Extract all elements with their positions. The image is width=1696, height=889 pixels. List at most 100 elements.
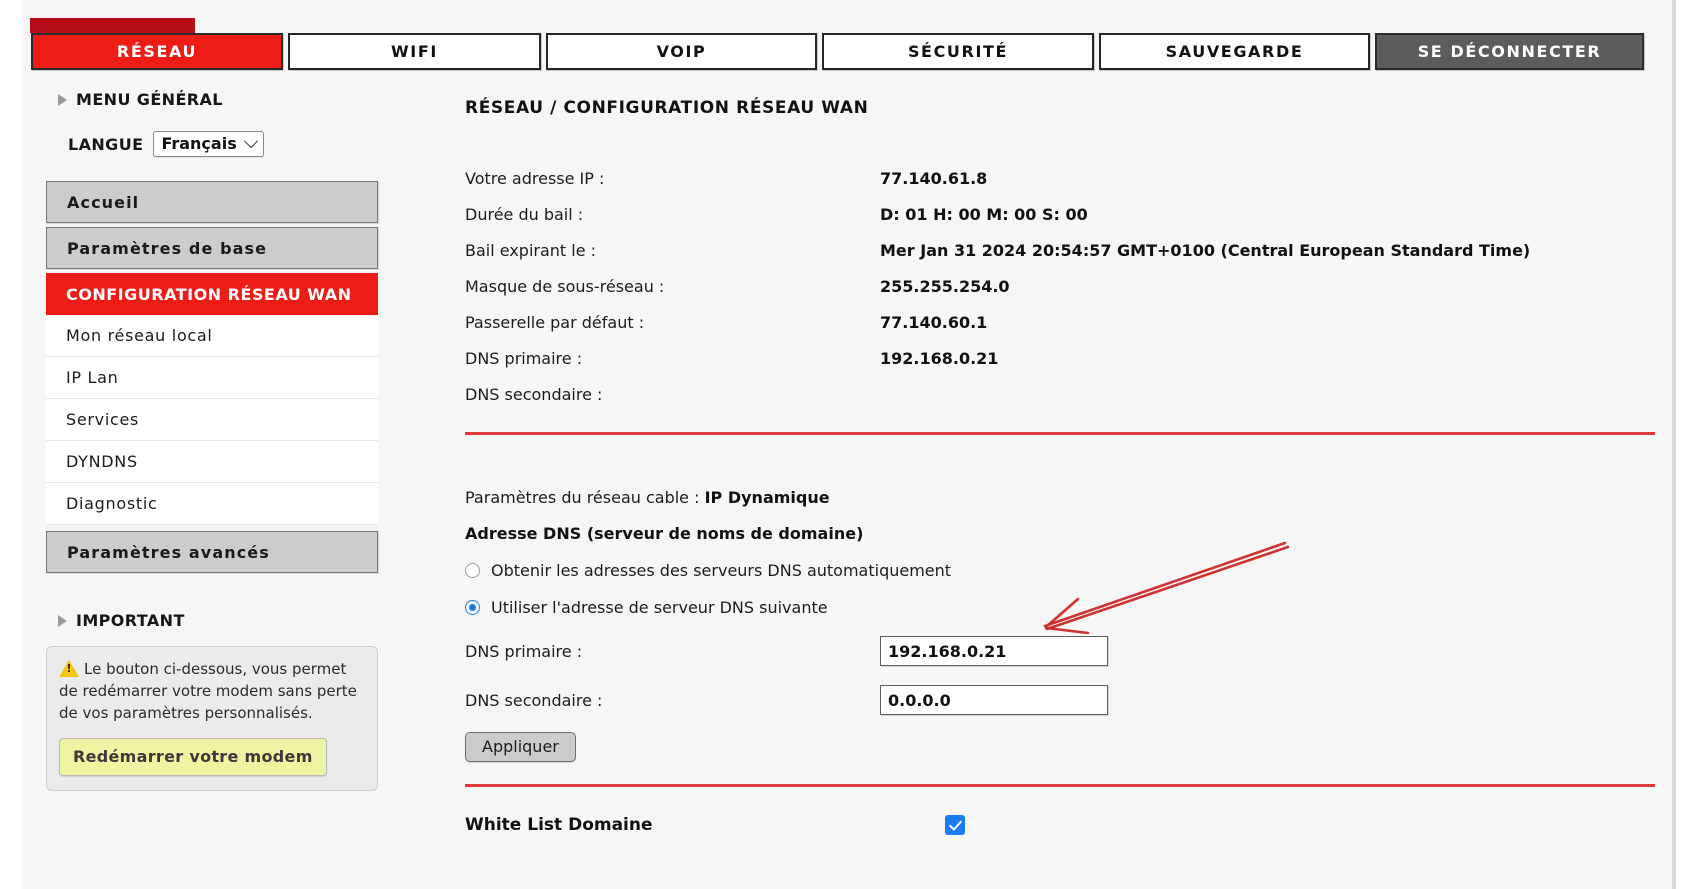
table-row: DNS primaire : 192.168.0.21 <box>465 340 1660 376</box>
sidebar-item-configuration-reseau-wan-label: CONFIGURATION RÉSEAU WAN <box>66 284 352 304</box>
tab-se-deconnecter-label: SE DÉCONNECTER <box>1417 42 1602 61</box>
table-row: Durée du bail : D: 01 H: 00 M: 00 S: 00 <box>465 196 1660 232</box>
tab-voip[interactable]: VOIP <box>546 33 817 70</box>
page-gutter-left <box>0 0 22 889</box>
section-divider <box>465 432 1655 435</box>
sidebar-item-services-label: Services <box>66 410 140 429</box>
dns-secondary-field-row: DNS secondaire : 0.0.0.0 <box>465 685 1660 715</box>
tab-reseau-label: RÉSEAU <box>116 42 198 61</box>
sidebar: MENU GÉNÉRAL LANGUE Français Accueil Par… <box>46 90 412 792</box>
sidebar-menu-heading-label: MENU GÉNÉRAL <box>76 90 223 109</box>
sidebar-item-accueil-label: Accueil <box>67 192 140 212</box>
radio-auto-dns-icon[interactable] <box>465 563 480 578</box>
main-content: RÉSEAU / CONFIGURATION RÉSEAU WAN Votre … <box>465 98 1660 835</box>
sidebar-item-ip-lan[interactable]: IP Lan <box>46 357 378 399</box>
sidebar-item-parametres-de-base-label: Paramètres de base <box>67 238 268 258</box>
tab-securite-label: SÉCURITÉ <box>907 42 1009 61</box>
sidebar-item-mon-reseau-local[interactable]: Mon réseau local <box>46 315 378 357</box>
table-row: DNS secondaire : <box>465 376 1660 412</box>
dns-section-heading: Adresse DNS (serveur de noms de domaine) <box>465 524 864 543</box>
wan-status-table: Votre adresse IP : 77.140.61.8 Durée du … <box>465 160 1660 412</box>
sidebar-item-configuration-reseau-wan[interactable]: CONFIGURATION RÉSEAU WAN <box>46 273 378 315</box>
sidebar-important-heading[interactable]: IMPORTANT <box>58 611 412 630</box>
sidebar-item-parametres-de-base[interactable]: Paramètres de base <box>46 227 378 269</box>
info-value-masque-sous-reseau: 255.255.254.0 <box>880 276 1010 296</box>
apply-button-label: Appliquer <box>482 737 559 756</box>
sidebar-item-accueil[interactable]: Accueil <box>46 181 378 223</box>
info-value-bail-expirant: Mer Jan 31 2024 20:54:57 GMT+0100 (Centr… <box>880 240 1531 260</box>
sidebar-important-heading-label: IMPORTANT <box>76 611 185 630</box>
dns-secondary-input-value: 0.0.0.0 <box>888 690 951 710</box>
apply-button[interactable]: Appliquer <box>465 732 576 762</box>
tab-sauvegarde-label: SAUVEGARDE <box>1165 42 1304 61</box>
important-notice-text: Le bouton ci-dessous, vous permet de red… <box>59 660 357 722</box>
radio-manual-dns-label: Utiliser l'adresse de serveur DNS suivan… <box>491 598 828 617</box>
reboot-modem-button-label: Redémarrer votre modem <box>73 747 313 767</box>
whitelist-domaine-row: White List Domaine <box>465 815 1660 835</box>
sidebar-item-ip-lan-label: IP Lan <box>66 368 119 387</box>
header-red-bar <box>30 18 195 33</box>
sidebar-item-dyndns-label: DYNDNS <box>66 452 138 471</box>
tab-wifi[interactable]: WIFI <box>288 33 541 70</box>
dns-primary-field-row: DNS primaire : 192.168.0.21 <box>465 636 1660 666</box>
table-row: Bail expirant le : Mer Jan 31 2024 20:54… <box>465 232 1660 268</box>
main-nav-tabs: RÉSEAU WIFI VOIP SÉCURITÉ SAUVEGARDE SE … <box>31 33 1684 70</box>
dns-primary-input[interactable]: 192.168.0.21 <box>880 636 1108 666</box>
whitelist-domaine-checkbox[interactable] <box>945 815 965 835</box>
tab-sauvegarde[interactable]: SAUVEGARDE <box>1099 33 1370 70</box>
info-value-duree-du-bail: D: 01 H: 00 M: 00 S: 00 <box>880 204 1088 224</box>
info-label-adresse-ip: Votre adresse IP : <box>465 168 605 188</box>
radio-option-auto-dns[interactable]: Obtenir les adresses des serveurs DNS au… <box>465 561 1660 580</box>
sidebar-menu-heading[interactable]: MENU GÉNÉRAL <box>58 90 412 109</box>
tab-voip-label: VOIP <box>656 42 707 61</box>
cable-settings-line: Paramètres du réseau cable : IP Dynamiqu… <box>465 488 1660 507</box>
language-select[interactable]: Français <box>153 131 264 157</box>
tab-wifi-label: WIFI <box>391 42 438 61</box>
info-label-dns-secondaire: DNS secondaire : <box>465 384 603 404</box>
info-label-bail-expirant: Bail expirant le : <box>465 240 597 260</box>
sidebar-item-services[interactable]: Services <box>46 399 378 441</box>
tab-se-deconnecter[interactable]: SE DÉCONNECTER <box>1375 33 1644 70</box>
section-divider <box>465 784 1655 787</box>
info-value-dns-primaire: 192.168.0.21 <box>880 348 999 368</box>
info-label-passerelle: Passerelle par défaut : <box>465 312 645 332</box>
dns-primary-input-value: 192.168.0.21 <box>888 641 1007 661</box>
cable-settings-value: IP Dynamique <box>704 488 830 507</box>
radio-auto-dns-label: Obtenir les adresses des serveurs DNS au… <box>491 561 952 580</box>
sidebar-item-parametres-avances[interactable]: Paramètres avancés <box>46 531 378 573</box>
tab-reseau[interactable]: RÉSEAU <box>31 33 283 70</box>
tab-securite[interactable]: SÉCURITÉ <box>822 33 1094 70</box>
page-gutter-right <box>1676 0 1696 889</box>
sidebar-item-diagnostic-label: Diagnostic <box>66 494 158 513</box>
dns-configuration-section: Paramètres du réseau cable : IP Dynamiqu… <box>465 488 1660 762</box>
dns-secondary-label: DNS secondaire : <box>465 690 603 710</box>
info-label-duree-du-bail: Durée du bail : <box>465 204 584 224</box>
important-notice: Le bouton ci-dessous, vous permet de red… <box>46 646 378 792</box>
browser-page: RÉSEAU WIFI VOIP SÉCURITÉ SAUVEGARDE SE … <box>0 0 1696 889</box>
table-row: Masque de sous-réseau : 255.255.254.0 <box>465 268 1660 304</box>
sidebar-menu: Accueil Paramètres de base CONFIGURATION… <box>46 181 412 573</box>
language-label: LANGUE <box>68 134 144 154</box>
whitelist-domaine-label: White List Domaine <box>465 815 653 835</box>
sidebar-item-dyndns[interactable]: DYNDNS <box>46 441 378 483</box>
triangle-right-icon <box>58 93 67 106</box>
warning-triangle-icon <box>59 660 79 677</box>
dns-secondary-input[interactable]: 0.0.0.0 <box>880 685 1108 715</box>
sidebar-item-mon-reseau-local-label: Mon réseau local <box>66 326 213 345</box>
chevron-down-icon <box>243 133 258 148</box>
table-row: Votre adresse IP : 77.140.61.8 <box>465 160 1660 196</box>
reboot-modem-button[interactable]: Redémarrer votre modem <box>59 738 327 777</box>
info-label-dns-primaire: DNS primaire : <box>465 348 583 368</box>
radio-option-manual-dns[interactable]: Utiliser l'adresse de serveur DNS suivan… <box>465 598 1660 617</box>
table-row: Passerelle par défaut : 77.140.60.1 <box>465 304 1660 340</box>
info-value-passerelle: 77.140.60.1 <box>880 312 988 332</box>
dns-primary-label: DNS primaire : <box>465 641 583 661</box>
page-title: RÉSEAU / CONFIGURATION RÉSEAU WAN <box>465 98 869 118</box>
cable-settings-label: Paramètres du réseau cable : <box>465 488 700 507</box>
sidebar-item-diagnostic[interactable]: Diagnostic <box>46 483 378 525</box>
radio-manual-dns-icon[interactable] <box>465 600 480 615</box>
sidebar-item-parametres-avances-label: Paramètres avancés <box>67 542 270 562</box>
triangle-right-icon <box>58 614 67 627</box>
language-select-value: Français <box>161 134 237 153</box>
info-label-masque-sous-reseau: Masque de sous-réseau : <box>465 276 665 296</box>
